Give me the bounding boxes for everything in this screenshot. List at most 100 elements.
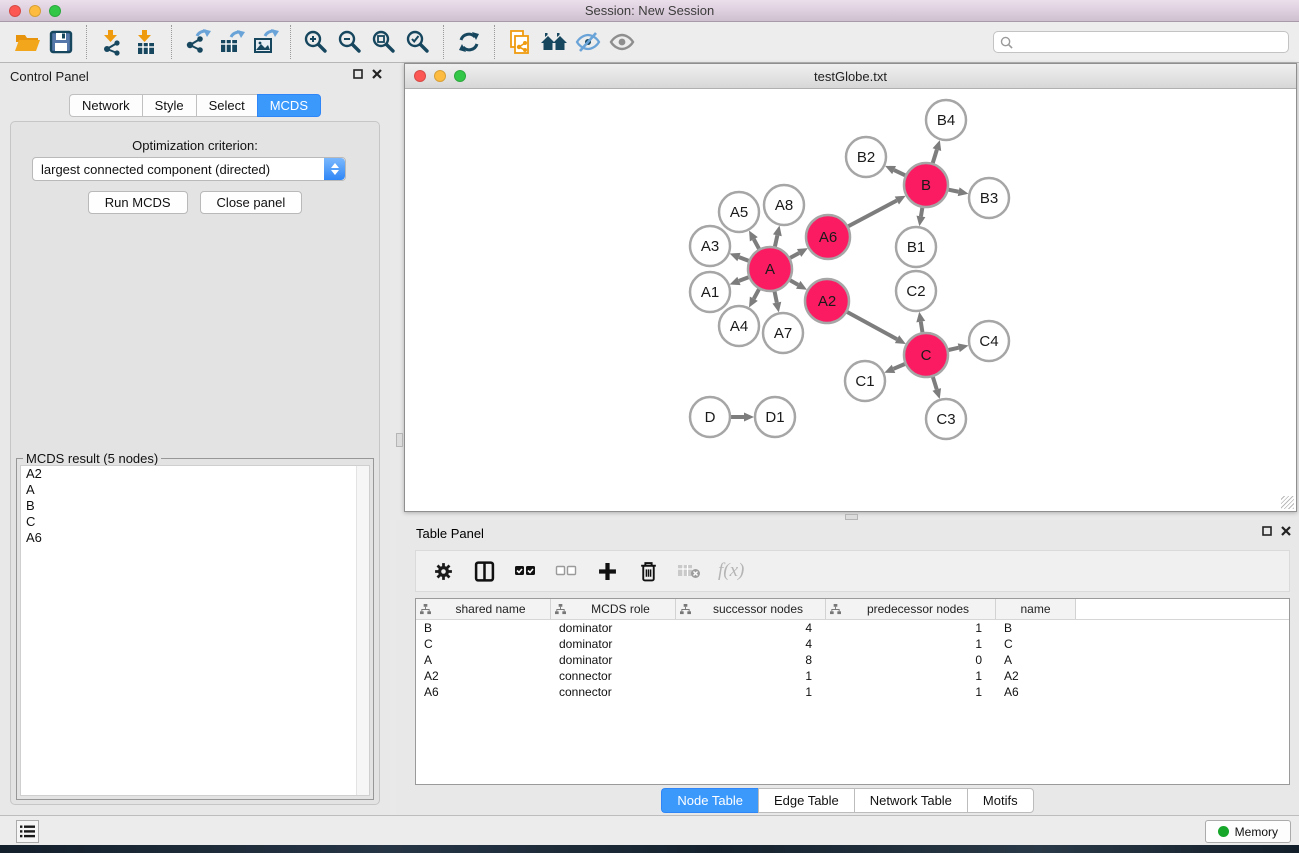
tab-motifs[interactable]: Motifs <box>967 788 1034 813</box>
table-row[interactable]: Cdominator41C <box>416 636 1289 652</box>
search-input[interactable] <box>1017 35 1282 49</box>
cell-shared-name[interactable]: B <box>416 621 551 635</box>
tab-node-table[interactable]: Node Table <box>661 788 758 813</box>
cell-MCDS-role[interactable]: connector <box>551 685 676 699</box>
table-row[interactable]: Bdominator41B <box>416 620 1289 636</box>
export-image-icon[interactable] <box>248 25 282 59</box>
edge-B-B3[interactable] <box>949 190 959 192</box>
cell-MCDS-role[interactable]: dominator <box>551 621 676 635</box>
cell-MCDS-role[interactable]: connector <box>551 669 676 683</box>
edge-A-A1[interactable] <box>739 277 749 281</box>
edge-C-C4[interactable] <box>948 348 958 350</box>
column-header-MCDS-role[interactable]: MCDS role <box>551 599 676 619</box>
cell-predecessor-nodes[interactable]: 1 <box>826 669 996 683</box>
search-box[interactable] <box>993 31 1289 53</box>
network-graph[interactable]: B4B2BB3A8A5A6B1A3AC2A1A2A4A7C4CC1C3DD1 <box>405 89 1296 511</box>
cell-successor-nodes[interactable]: 4 <box>676 637 826 651</box>
node-table[interactable]: shared nameMCDS rolesuccessor nodesprede… <box>415 598 1290 785</box>
export-network-icon[interactable] <box>180 25 214 59</box>
cell-successor-nodes[interactable]: 1 <box>676 669 826 683</box>
run-mcds-button[interactable]: Run MCDS <box>88 191 188 214</box>
edge-A-A2[interactable] <box>790 280 798 285</box>
zoom-in-icon[interactable] <box>299 25 333 59</box>
cell-successor-nodes[interactable]: 4 <box>676 621 826 635</box>
add-column-icon[interactable] <box>595 559 619 583</box>
zoom-out-icon[interactable] <box>333 25 367 59</box>
network-from-selection-icon[interactable] <box>503 25 537 59</box>
edge-A-A6[interactable] <box>790 253 799 258</box>
edge-A-A8[interactable] <box>775 235 777 246</box>
tab-network-table[interactable]: Network Table <box>854 788 967 813</box>
network-close-button[interactable] <box>414 70 426 82</box>
column-header-predecessor-nodes[interactable]: predecessor nodes <box>826 599 996 619</box>
edge-A-A4[interactable] <box>754 289 759 299</box>
cell-MCDS-role[interactable]: dominator <box>551 637 676 651</box>
cell-name[interactable]: A <box>996 653 1076 667</box>
show-task-history-button[interactable] <box>16 820 39 843</box>
open-file-icon[interactable] <box>10 25 44 59</box>
edge-C-C2[interactable] <box>921 322 923 333</box>
cell-name[interactable]: A2 <box>996 669 1076 683</box>
criterion-dropdown[interactable]: largest connected component (directed) <box>32 157 346 181</box>
deselect-all-icon[interactable] <box>554 559 578 583</box>
mcds-result-item[interactable]: A <box>21 482 369 498</box>
import-network-icon[interactable] <box>95 25 129 59</box>
cell-name[interactable]: A6 <box>996 685 1076 699</box>
zoom-selected-icon[interactable] <box>401 25 435 59</box>
scrollbar-track[interactable] <box>356 466 369 795</box>
edge-B-B2[interactable] <box>894 170 905 175</box>
cell-predecessor-nodes[interactable]: 1 <box>826 685 996 699</box>
cell-name[interactable]: B <box>996 621 1076 635</box>
delete-icon[interactable] <box>636 559 660 583</box>
tab-style[interactable]: Style <box>142 94 196 117</box>
edge-B-B1[interactable] <box>921 208 922 217</box>
edge-B-B4[interactable] <box>933 150 937 163</box>
close-panel-button[interactable]: Close panel <box>200 191 303 214</box>
refresh-icon[interactable] <box>452 25 486 59</box>
mcds-result-item[interactable]: A2 <box>21 466 369 482</box>
cell-name[interactable]: C <box>996 637 1076 651</box>
close-window-button[interactable] <box>9 5 21 17</box>
cell-MCDS-role[interactable]: dominator <box>551 653 676 667</box>
cell-shared-name[interactable]: A <box>416 653 551 667</box>
tab-edge-table[interactable]: Edge Table <box>758 788 854 813</box>
export-table-icon[interactable] <box>214 25 248 59</box>
edge-A6-B[interactable] <box>848 200 897 226</box>
edge-A-A5[interactable] <box>754 239 759 249</box>
column-header-shared-name[interactable]: shared name <box>416 599 551 619</box>
table-row[interactable]: Adominator80A <box>416 652 1289 668</box>
select-all-icon[interactable] <box>513 559 537 583</box>
tab-mcds[interactable]: MCDS <box>257 94 321 117</box>
first-neighbors-icon[interactable] <box>537 25 571 59</box>
show-all-icon[interactable] <box>605 25 639 59</box>
tab-network[interactable]: Network <box>69 94 142 117</box>
network-minimize-button[interactable] <box>434 70 446 82</box>
cell-shared-name[interactable]: C <box>416 637 551 651</box>
edge-A2-C[interactable] <box>847 312 897 339</box>
cell-successor-nodes[interactable]: 1 <box>676 685 826 699</box>
maximize-window-button[interactable] <box>49 5 61 17</box>
window-resize-grip[interactable] <box>1281 496 1294 509</box>
edge-C-C1[interactable] <box>894 364 905 369</box>
memory-button[interactable]: Memory <box>1205 820 1291 843</box>
float-panel-icon[interactable] <box>353 69 363 79</box>
cell-shared-name[interactable]: A2 <box>416 669 551 683</box>
edge-C-C3[interactable] <box>933 377 937 389</box>
cell-successor-nodes[interactable]: 8 <box>676 653 826 667</box>
close-panel-icon[interactable] <box>372 69 382 79</box>
network-window-titlebar[interactable]: testGlobe.txt <box>405 64 1296 89</box>
minimize-window-button[interactable] <box>29 5 41 17</box>
cell-shared-name[interactable]: A6 <box>416 685 551 699</box>
table-row[interactable]: A6connector11A6 <box>416 684 1289 700</box>
network-maximize-button[interactable] <box>454 70 466 82</box>
save-session-icon[interactable] <box>44 25 78 59</box>
cell-predecessor-nodes[interactable]: 1 <box>826 637 996 651</box>
edge-A-A7[interactable] <box>775 292 777 303</box>
mcds-result-item[interactable]: C <box>21 514 369 530</box>
import-table-icon[interactable] <box>129 25 163 59</box>
close-panel-icon[interactable] <box>1281 526 1291 536</box>
tab-select[interactable]: Select <box>196 94 257 117</box>
split-columns-icon[interactable] <box>472 559 496 583</box>
mcds-result-item[interactable]: A6 <box>21 530 369 546</box>
cell-predecessor-nodes[interactable]: 1 <box>826 621 996 635</box>
